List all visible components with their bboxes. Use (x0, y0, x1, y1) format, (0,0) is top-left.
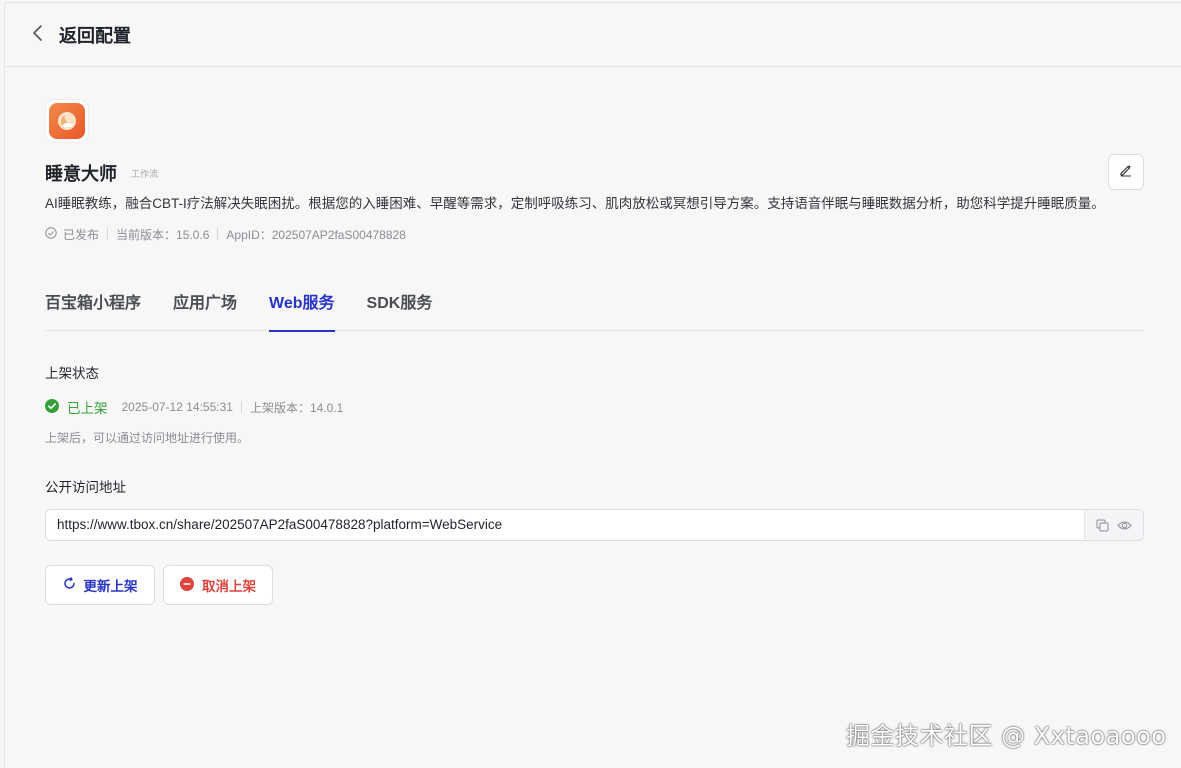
cancel-listing-button[interactable]: 取消上架 (163, 565, 273, 605)
top-bar: 返回配置 (5, 3, 1181, 67)
public-url-label: 公开访问地址 (45, 480, 126, 495)
tab-web-service[interactable]: Web服务 (269, 287, 335, 332)
copy-icon[interactable] (1096, 519, 1109, 532)
back-label: 返回配置 (59, 26, 131, 46)
watermark: 掘金技术社区 @ Xxtaoaooo (846, 722, 1167, 750)
refresh-icon (63, 577, 84, 593)
tab-mini-program[interactable]: 百宝箱小程序 (45, 287, 141, 331)
page-frame: 返回配置 睡意大师 工作流 AI睡眠教练，融合CBT-I疗法解决失眠困扰。根据您… (4, 2, 1181, 768)
cancel-listing-label: 取消上架 (202, 579, 256, 594)
app-name: 睡意大师 (45, 164, 117, 184)
app-type-tag: 工作流 (131, 169, 159, 179)
listing-status: 已上架 2025-07-12 14:55:31 上架版本：14.0.1 (45, 398, 343, 416)
listing-time: 2025-07-12 14:55:31 (121, 400, 233, 414)
url-actions (1084, 510, 1143, 540)
sleep-moon-icon (49, 103, 85, 139)
app-status: 已发布 (63, 227, 100, 242)
app-meta: 已发布 当前版本：15.0.6 AppID：202507AP2faS004788… (45, 226, 406, 242)
minus-circle-icon (180, 576, 202, 594)
edit-app-button[interactable] (1108, 154, 1144, 190)
listing-version: 上架版本：14.0.1 (249, 400, 344, 415)
app-description: AI睡眠教练，融合CBT-I疗法解决失眠困扰。根据您的入睡困难、早醒等需求，定制… (45, 196, 1105, 211)
eye-icon[interactable] (1117, 519, 1132, 532)
listing-hint: 上架后，可以通过访问地址进行使用。 (45, 431, 250, 445)
tab-app-square[interactable]: 应用广场 (173, 287, 237, 331)
tab-bar: 百宝箱小程序 应用广场 Web服务 SDK服务 (45, 287, 1144, 332)
public-url-input[interactable] (46, 510, 1084, 540)
update-listing-label: 更新上架 (83, 579, 138, 594)
divider (240, 401, 242, 413)
listing-status-text: 已上架 (67, 401, 108, 416)
pencil-icon (1119, 163, 1133, 182)
check-circle-filled-icon (45, 398, 59, 416)
chevron-left-icon (29, 24, 47, 47)
divider (217, 228, 219, 240)
tab-sdk-service[interactable]: SDK服务 (367, 287, 433, 331)
app-version: 当前版本：15.0.6 (116, 227, 210, 242)
update-listing-button[interactable]: 更新上架 (45, 565, 155, 605)
public-url-field (45, 509, 1144, 541)
check-circle-outline-icon (45, 226, 63, 242)
back-button[interactable]: 返回配置 (29, 21, 131, 49)
divider (107, 228, 109, 240)
listing-status-label: 上架状态 (45, 366, 99, 381)
app-icon (45, 99, 89, 143)
app-id: AppID：202507AP2faS00478828 (226, 227, 406, 242)
